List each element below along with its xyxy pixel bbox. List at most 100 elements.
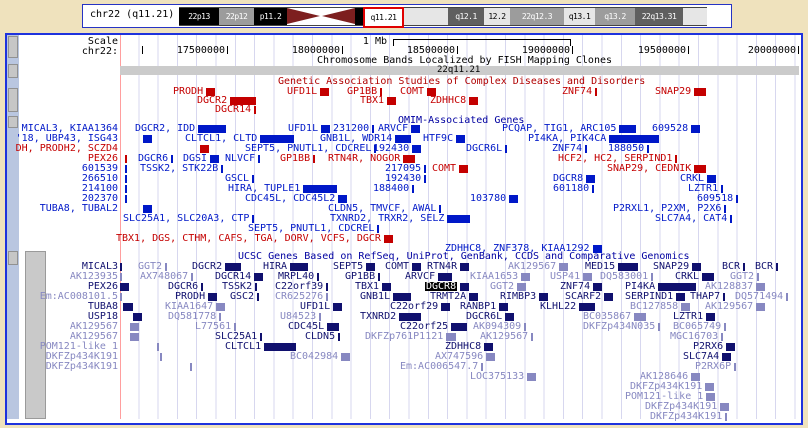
- omim-left-label[interactable]: MICAL3, KIAA1364: [7, 124, 118, 133]
- ucsc-gene-item[interactable]: [130, 322, 139, 331]
- omim-left-label[interactable]: TUBA8, TUBAL2: [7, 204, 118, 213]
- ideogram-band[interactable]: 22p13: [179, 7, 219, 26]
- omim-gene-item[interactable]: GSCL: [225, 174, 254, 183]
- ucsc-gene-item[interactable]: CR625276: [275, 292, 328, 301]
- ucsc-gene-item[interactable]: DGCR8: [425, 282, 469, 291]
- ideogram-band[interactable]: [355, 7, 363, 26]
- ucsc-gene-item[interactable]: TBX1: [355, 282, 391, 291]
- omim-gene-item[interactable]: CLDN5, TMVCF, AWAL: [328, 204, 441, 213]
- omim-gene-item[interactable]: PI4KA, PIK4CA: [528, 134, 659, 143]
- ucsc-gene-item[interactable]: UFD1L: [300, 302, 342, 311]
- ucsc-gene-item[interactable]: BCR: [755, 262, 778, 271]
- track-control-button[interactable]: [8, 36, 18, 58]
- omim-gene-item[interactable]: COMT: [432, 164, 468, 173]
- omim-gene-item[interactable]: [143, 134, 152, 143]
- omim-gene-item[interactable]: DGSI: [183, 154, 219, 163]
- ucsc-gene-item[interactable]: C22orf39: [275, 282, 328, 291]
- omim-gene-item[interactable]: 231200: [333, 124, 374, 133]
- ideogram-bands[interactable]: 22p1322p12p11.2q11.21q12.112.222q12.3q13…: [179, 7, 707, 24]
- ideogram-band[interactable]: [683, 7, 707, 26]
- omim-gene-item[interactable]: HTF9C: [423, 134, 465, 143]
- ideogram-band[interactable]: p11.2: [254, 7, 287, 26]
- ucsc-gene-item[interactable]: KIAA1653: [470, 272, 530, 281]
- omim-gene-item[interactable]: CDC45L, CDC45L2: [245, 194, 347, 203]
- ideogram-band[interactable]: 12.2: [484, 7, 510, 26]
- ucsc-gene-item[interactable]: GGT2: [490, 282, 526, 291]
- omim-gene-item[interactable]: ARVCF: [378, 124, 420, 133]
- omim-gene-item[interactable]: [125, 154, 127, 163]
- ucsc-gene-item[interactable]: GGT2: [138, 262, 167, 271]
- ucsc-gene-item[interactable]: HIRA: [263, 262, 308, 271]
- omim-gene-item[interactable]: SNAP29, CEDNIK: [607, 164, 706, 173]
- omim-gene-item[interactable]: TSSK2, STK22B: [140, 164, 223, 173]
- ucsc-gene-item[interactable]: [190, 362, 192, 371]
- ucsc-gene-item[interactable]: CLTCL1: [225, 342, 296, 351]
- omim-gene-item[interactable]: [125, 184, 127, 193]
- ucsc-gene-item[interactable]: AK128837: [705, 282, 765, 291]
- omim-left-label[interactable]: DH, PRODH2, SCZD4: [7, 144, 118, 153]
- omim-gene-item[interactable]: 601180: [553, 184, 594, 193]
- ucsc-gene-item[interactable]: [160, 352, 162, 361]
- ucsc-gene-item[interactable]: DKFZp434K191: [650, 412, 727, 421]
- omim-gene-item[interactable]: LZTR1: [688, 184, 723, 193]
- omim-gene-item[interactable]: CLTCL1, CLTD: [185, 134, 294, 143]
- ucsc-gene-item[interactable]: BCR: [722, 262, 745, 271]
- omim-gene-item[interactable]: GNB1L, WDR14: [320, 134, 411, 143]
- ucsc-gene-item[interactable]: P2RX6: [693, 342, 735, 351]
- omim-gene-item[interactable]: 103780: [470, 194, 518, 203]
- ucsc-gene-item[interactable]: COMT: [385, 262, 421, 271]
- ucsc-left-label[interactable]: MICAL3: [7, 262, 118, 271]
- ucsc-gene-item[interactable]: AK094309: [473, 322, 526, 331]
- omim-gene-item[interactable]: ZDHHC8, ZNF378, KIAA1292: [445, 244, 602, 253]
- omim-gene-item[interactable]: 609528: [652, 124, 700, 133]
- omim-gene-item[interactable]: 188050: [608, 144, 649, 153]
- ucsc-gene-item[interactable]: GNB1L: [360, 292, 411, 301]
- omim-left-label[interactable]: '18, UBP43, ISG43: [7, 134, 118, 143]
- omim-gene-item[interactable]: 609518: [697, 194, 738, 203]
- ideogram-band[interactable]: [404, 7, 448, 26]
- ucsc-gene-item[interactable]: CRKL: [675, 272, 714, 281]
- ucsc-gene-item[interactable]: RTN4R: [427, 262, 469, 271]
- omim-gene-item[interactable]: [200, 144, 209, 153]
- ucsc-gene-item[interactable]: AK129567: [480, 332, 533, 341]
- ucsc-gene-item[interactable]: BC042984: [290, 352, 350, 361]
- omim-gene-item[interactable]: SLC25A1, SLC20A3, CTP: [123, 214, 254, 223]
- ucsc-left-label[interactable]: POM121-like 1: [7, 342, 118, 351]
- omim-gene-item[interactable]: RTN4R, NOGOR: [328, 154, 415, 163]
- fish-track-title[interactable]: Chromosome Bands Localized by FISH Mappi…: [317, 56, 612, 66]
- omim-gene-item[interactable]: CRKL: [680, 174, 716, 183]
- ideogram-band[interactable]: [287, 7, 355, 26]
- genetic-gene-item[interactable]: ZDHHC8: [430, 96, 478, 105]
- ucsc-gene-item[interactable]: [157, 342, 159, 351]
- genetic-gene-item[interactable]: TBX1: [360, 96, 396, 105]
- ucsc-gene-item[interactable]: SLC7A4: [683, 352, 731, 361]
- omim-gene-item[interactable]: SEPT5, PNUTL1, CDCREL: [245, 144, 376, 153]
- ucsc-gene-item[interactable]: POM121-like 1: [625, 392, 715, 401]
- ucsc-gene-item[interactable]: [130, 332, 139, 341]
- ucsc-gene-item[interactable]: GSC2: [230, 292, 259, 301]
- omim-gene-item[interactable]: 192430: [385, 174, 426, 183]
- ucsc-left-label[interactable]: USP18: [7, 312, 118, 321]
- ucsc-gene-item[interactable]: DGCR6L: [466, 312, 514, 321]
- ucsc-gene-item[interactable]: PI4KA: [625, 282, 696, 291]
- ucsc-gene-item[interactable]: KIAA1647: [165, 302, 225, 311]
- ideogram-band[interactable]: 22p12: [219, 7, 254, 26]
- ucsc-gene-item[interactable]: C22orf25: [400, 322, 467, 331]
- ucsc-gene-item[interactable]: USP41: [550, 272, 592, 281]
- omim-gene-item[interactable]: TBX1, DGS, CTHM, CAFS, TGA, DORV, VCFS, …: [116, 234, 393, 243]
- omim-left-label[interactable]: 214100: [7, 184, 118, 193]
- track-control-button[interactable]: [8, 88, 18, 112]
- ucsc-gene-item[interactable]: THAP7: [690, 292, 725, 301]
- ucsc-gene-item[interactable]: DQ571494: [735, 292, 788, 301]
- ucsc-gene-item[interactable]: [133, 312, 142, 321]
- ucsc-left-label[interactable]: AK129567: [7, 332, 118, 341]
- ucsc-gene-item[interactable]: SNAP29: [653, 262, 701, 271]
- ideogram-band[interactable]: 22q12.3: [510, 7, 564, 26]
- omim-gene-item[interactable]: ZNF74: [552, 144, 587, 153]
- omim-left-label[interactable]: 202370: [7, 194, 118, 203]
- ucsc-gene-item[interactable]: ARVCF: [405, 272, 452, 281]
- omim-gene-item[interactable]: SEPT5, PNUTL1, CDCREL: [248, 224, 379, 233]
- ucsc-gene-item[interactable]: U84523: [280, 312, 321, 321]
- ucsc-gene-item[interactable]: [120, 262, 122, 271]
- ucsc-gene-item[interactable]: L77561: [195, 322, 236, 331]
